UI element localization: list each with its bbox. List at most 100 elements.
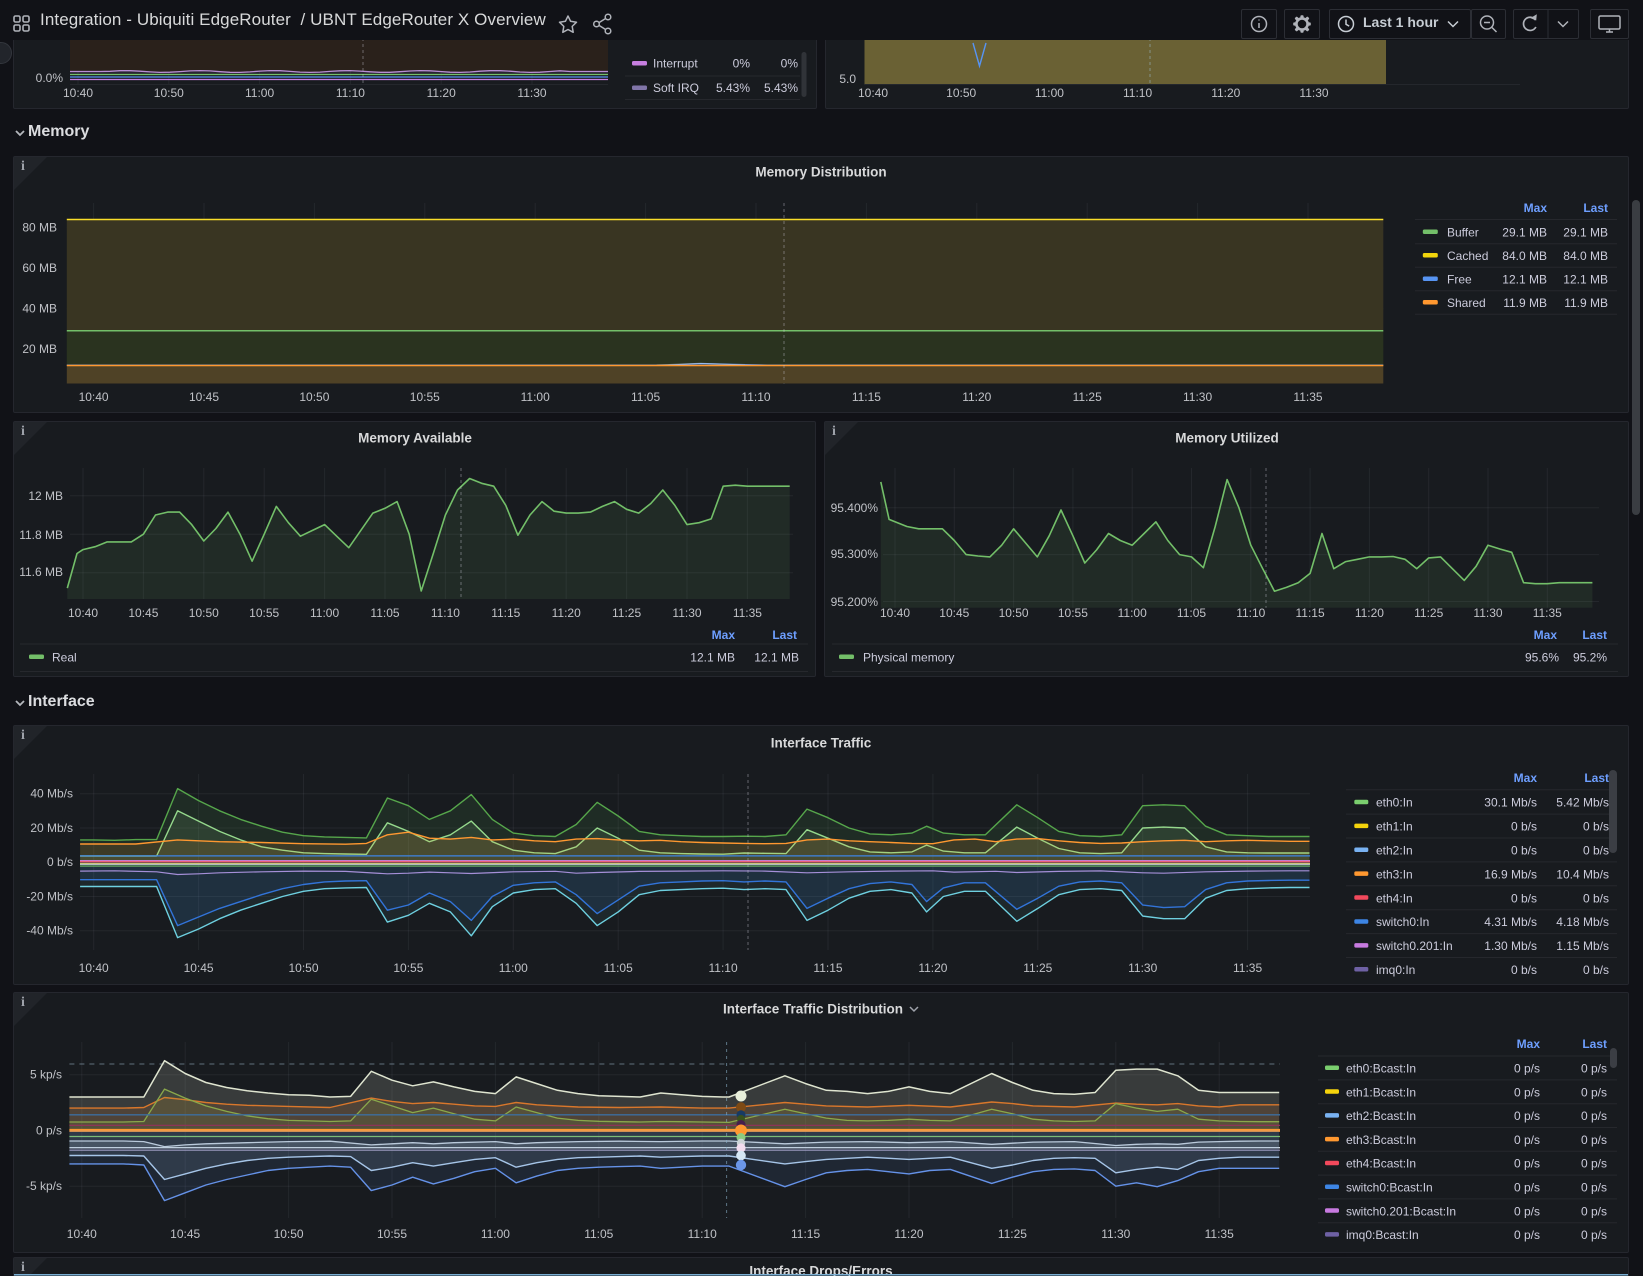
svg-text:10:45: 10:45 bbox=[128, 606, 158, 620]
svg-text:11:15: 11:15 bbox=[813, 961, 842, 975]
svg-text:12.1 MB: 12.1 MB bbox=[1502, 273, 1547, 287]
svg-text:11:00: 11:00 bbox=[1035, 86, 1064, 100]
svg-text:-20 Mb/s: -20 Mb/s bbox=[26, 890, 73, 904]
svg-text:11:35: 11:35 bbox=[1293, 390, 1322, 404]
svg-text:Last: Last bbox=[1582, 1037, 1607, 1051]
svg-text:0 b/s: 0 b/s bbox=[1583, 963, 1609, 977]
svg-text:11.6 MB: 11.6 MB bbox=[19, 565, 63, 579]
svg-text:Cached: Cached bbox=[1447, 249, 1488, 263]
svg-text:11:20: 11:20 bbox=[962, 390, 991, 404]
svg-text:10:40: 10:40 bbox=[68, 606, 98, 620]
svg-text:0 p/s: 0 p/s bbox=[1581, 1157, 1607, 1171]
svg-text:11:10: 11:10 bbox=[741, 390, 770, 404]
svg-text:10:50: 10:50 bbox=[154, 86, 184, 100]
svg-text:5.42 Mb/s: 5.42 Mb/s bbox=[1556, 796, 1609, 810]
svg-text:29.1 MB: 29.1 MB bbox=[1502, 226, 1547, 240]
svg-text:11:00: 11:00 bbox=[481, 1227, 510, 1241]
svg-text:95.400%: 95.400% bbox=[831, 501, 879, 515]
svg-text:10:55: 10:55 bbox=[249, 606, 279, 620]
svg-text:10:40: 10:40 bbox=[79, 390, 109, 404]
svg-text:10:40: 10:40 bbox=[858, 86, 888, 100]
svg-text:80 MB: 80 MB bbox=[22, 221, 57, 235]
svg-text:eth1:Bcast:In: eth1:Bcast:In bbox=[1346, 1085, 1416, 1099]
svg-text:40 Mb/s: 40 Mb/s bbox=[30, 787, 73, 801]
svg-text:11:25: 11:25 bbox=[998, 1227, 1027, 1241]
svg-text:4.18 Mb/s: 4.18 Mb/s bbox=[1556, 915, 1609, 929]
svg-text:0%: 0% bbox=[733, 57, 751, 71]
svg-text:11:05: 11:05 bbox=[1177, 606, 1206, 620]
svg-text:Real: Real bbox=[52, 651, 77, 665]
svg-text:11:00: 11:00 bbox=[310, 606, 339, 620]
svg-text:eth0:In: eth0:In bbox=[1376, 796, 1413, 810]
svg-text:11:20: 11:20 bbox=[918, 961, 947, 975]
svg-text:Shared: Shared bbox=[1447, 296, 1486, 310]
svg-text:0 p/s: 0 p/s bbox=[1581, 1133, 1607, 1147]
svg-text:eth2:In: eth2:In bbox=[1376, 844, 1413, 858]
svg-text:40 MB: 40 MB bbox=[22, 302, 57, 316]
svg-text:imq0:Bcast:In: imq0:Bcast:In bbox=[1346, 1228, 1419, 1242]
svg-text:10:55: 10:55 bbox=[393, 961, 423, 975]
svg-text:11:15: 11:15 bbox=[791, 1227, 820, 1241]
svg-text:16.9 Mb/s: 16.9 Mb/s bbox=[1484, 867, 1537, 881]
svg-text:0 p/s: 0 p/s bbox=[1514, 1062, 1540, 1076]
svg-text:11:35: 11:35 bbox=[733, 606, 762, 620]
svg-text:5.43%: 5.43% bbox=[764, 81, 798, 95]
svg-text:11:30: 11:30 bbox=[1473, 606, 1502, 620]
svg-text:10:55: 10:55 bbox=[377, 1227, 407, 1241]
svg-text:10:50: 10:50 bbox=[946, 86, 976, 100]
svg-text:eth4:In: eth4:In bbox=[1376, 891, 1413, 905]
svg-text:Soft IRQ: Soft IRQ bbox=[653, 81, 699, 95]
svg-text:11:30: 11:30 bbox=[1183, 390, 1212, 404]
svg-text:10:45: 10:45 bbox=[189, 390, 219, 404]
svg-text:11:30: 11:30 bbox=[1101, 1227, 1130, 1241]
svg-text:60 MB: 60 MB bbox=[22, 261, 57, 275]
svg-text:10:40: 10:40 bbox=[880, 606, 910, 620]
svg-text:10:50: 10:50 bbox=[288, 961, 318, 975]
svg-text:0 p/s: 0 p/s bbox=[1514, 1157, 1540, 1171]
svg-text:11:10: 11:10 bbox=[709, 961, 738, 975]
svg-text:84.0 MB: 84.0 MB bbox=[1563, 249, 1608, 263]
svg-text:11:10: 11:10 bbox=[431, 606, 460, 620]
svg-text:10:55: 10:55 bbox=[1058, 606, 1088, 620]
svg-text:11:25: 11:25 bbox=[612, 606, 641, 620]
svg-text:11:15: 11:15 bbox=[491, 606, 520, 620]
svg-text:0 p/s: 0 p/s bbox=[36, 1123, 62, 1137]
svg-text:11:15: 11:15 bbox=[1296, 606, 1325, 620]
svg-text:Max: Max bbox=[712, 628, 736, 642]
svg-text:12.1 MB: 12.1 MB bbox=[690, 651, 735, 665]
svg-text:0 p/s: 0 p/s bbox=[1514, 1109, 1540, 1123]
svg-text:switch0:In: switch0:In bbox=[1376, 915, 1429, 929]
svg-text:11.9 MB: 11.9 MB bbox=[1503, 296, 1547, 310]
svg-text:Free: Free bbox=[1447, 273, 1472, 287]
svg-text:10:45: 10:45 bbox=[939, 606, 969, 620]
svg-text:10:50: 10:50 bbox=[274, 1227, 304, 1241]
svg-text:5.0: 5.0 bbox=[839, 72, 856, 86]
svg-text:11:25: 11:25 bbox=[1073, 390, 1102, 404]
svg-text:11:05: 11:05 bbox=[604, 961, 633, 975]
svg-text:11:05: 11:05 bbox=[370, 606, 399, 620]
svg-text:11:05: 11:05 bbox=[631, 390, 660, 404]
svg-text:0 b/s: 0 b/s bbox=[1511, 844, 1537, 858]
svg-text:11:35: 11:35 bbox=[1205, 1227, 1234, 1241]
svg-text:12 MB: 12 MB bbox=[28, 489, 63, 503]
svg-text:eth0:Bcast:In: eth0:Bcast:In bbox=[1346, 1062, 1416, 1076]
svg-text:11:00: 11:00 bbox=[521, 390, 550, 404]
svg-text:95.6%: 95.6% bbox=[1525, 651, 1559, 665]
svg-text:eth2:Bcast:In: eth2:Bcast:In bbox=[1346, 1109, 1416, 1123]
svg-text:1.15 Mb/s: 1.15 Mb/s bbox=[1556, 939, 1609, 953]
svg-text:0.0%: 0.0% bbox=[36, 71, 64, 85]
svg-text:4.31 Mb/s: 4.31 Mb/s bbox=[1484, 915, 1537, 929]
svg-text:11:35: 11:35 bbox=[1233, 961, 1262, 975]
svg-text:10:40: 10:40 bbox=[67, 1227, 97, 1241]
svg-text:11:25: 11:25 bbox=[1023, 961, 1052, 975]
svg-text:0 p/s: 0 p/s bbox=[1514, 1133, 1540, 1147]
svg-text:10:40: 10:40 bbox=[63, 86, 93, 100]
svg-text:0 b/s: 0 b/s bbox=[1511, 963, 1537, 977]
svg-text:0 p/s: 0 p/s bbox=[1581, 1085, 1607, 1099]
svg-text:eth3:Bcast:In: eth3:Bcast:In bbox=[1346, 1133, 1416, 1147]
svg-text:20 MB: 20 MB bbox=[22, 342, 57, 356]
svg-text:0%: 0% bbox=[781, 57, 799, 71]
svg-text:1.30 Mb/s: 1.30 Mb/s bbox=[1484, 939, 1537, 953]
svg-text:11:35: 11:35 bbox=[1533, 606, 1562, 620]
svg-text:11:20: 11:20 bbox=[427, 86, 456, 100]
